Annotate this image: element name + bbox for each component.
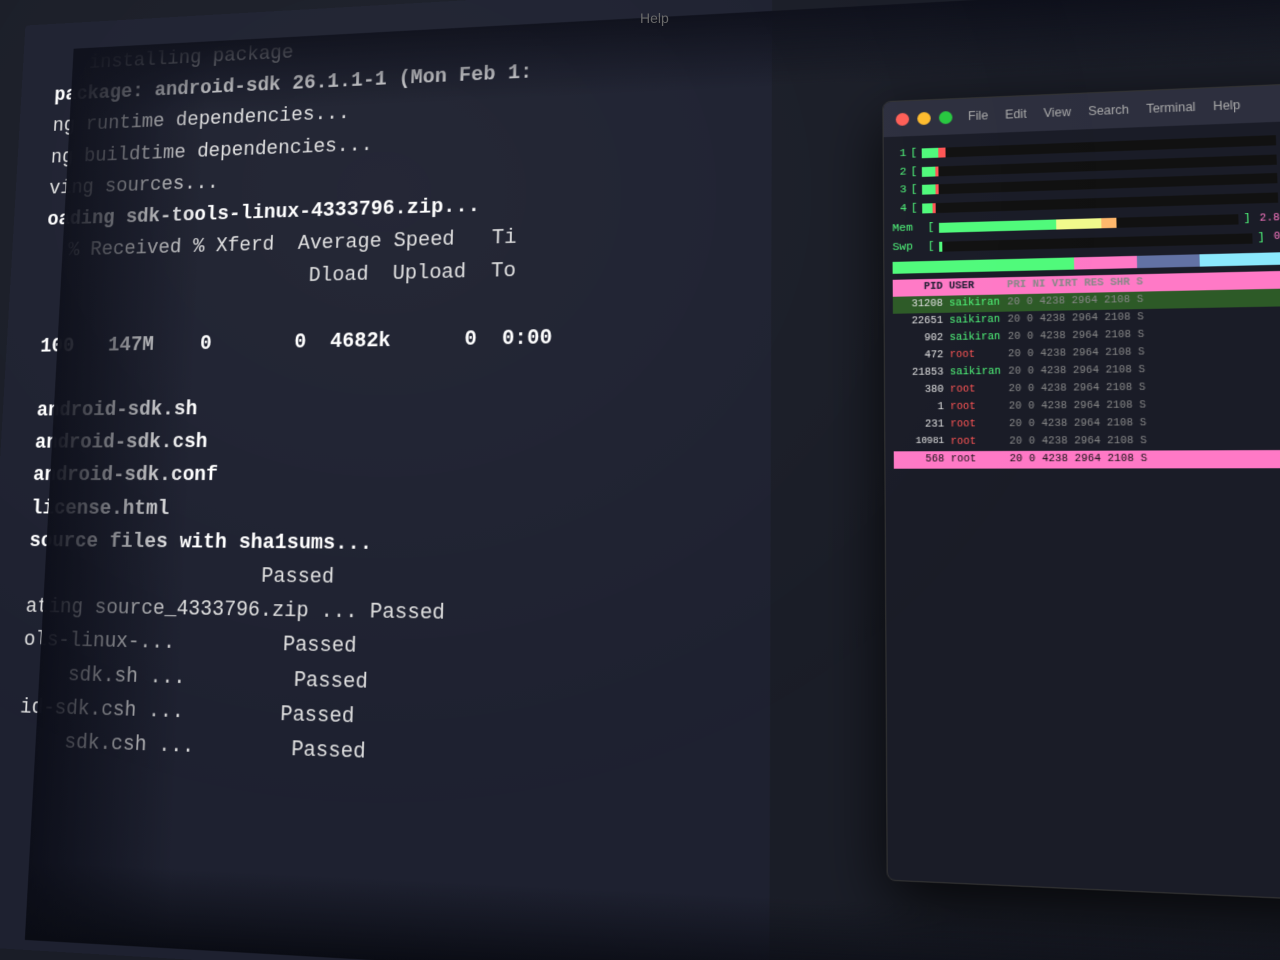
cpu-bracket-open: [ [911, 200, 918, 217]
process-pid: 568 [898, 452, 951, 468]
cpu-num-4: 4 [892, 201, 907, 218]
menu-edit[interactable]: Edit [1005, 107, 1027, 122]
menu-view[interactable]: View [1044, 105, 1072, 120]
menu-file[interactable]: File [968, 108, 988, 123]
terminal-right: File Edit View Search Terminal Help 1 [ [882, 82, 1280, 903]
terminal-line: android-sdk.conf [32, 457, 730, 492]
terminal-line: installing package [55, 13, 732, 80]
scene: installing package package: android-sdk … [25, 0, 1280, 960]
swp-label: Swp [892, 239, 923, 256]
help-label: Help [640, 10, 669, 26]
close-button[interactable] [896, 112, 909, 125]
terminal-left: installing package package: android-sdk … [0, 0, 772, 960]
process-rest: 20 0 4238 2964 2108 S [1009, 451, 1280, 468]
minimize-button[interactable] [917, 111, 930, 124]
screen-container: installing package package: android-sdk … [0, 0, 1280, 960]
process-row[interactable]: 568 root 20 0 4238 2964 2108 S [894, 450, 1280, 469]
htop-body: 1 [ ] 6.4% 2 [ [884, 120, 1280, 479]
maximize-button[interactable] [939, 110, 953, 123]
process-pid: 10981 [898, 435, 951, 451]
